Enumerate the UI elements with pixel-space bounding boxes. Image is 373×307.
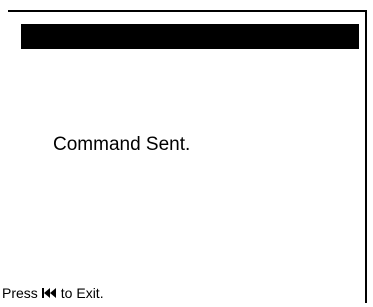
footer-hint: Press to Exit.	[2, 283, 104, 303]
footer-prefix: Press	[2, 285, 38, 301]
device-screen: EVAP Leak Test Command Sent. Press to Ex…	[0, 0, 373, 307]
footer-suffix: to Exit.	[60, 285, 104, 301]
rewind-icon	[41, 287, 57, 299]
title-bar: EVAP Leak Test	[21, 24, 359, 72]
status-message: Command Sent.	[53, 134, 191, 155]
page-title: EVAP Leak Test	[46, 51, 187, 72]
